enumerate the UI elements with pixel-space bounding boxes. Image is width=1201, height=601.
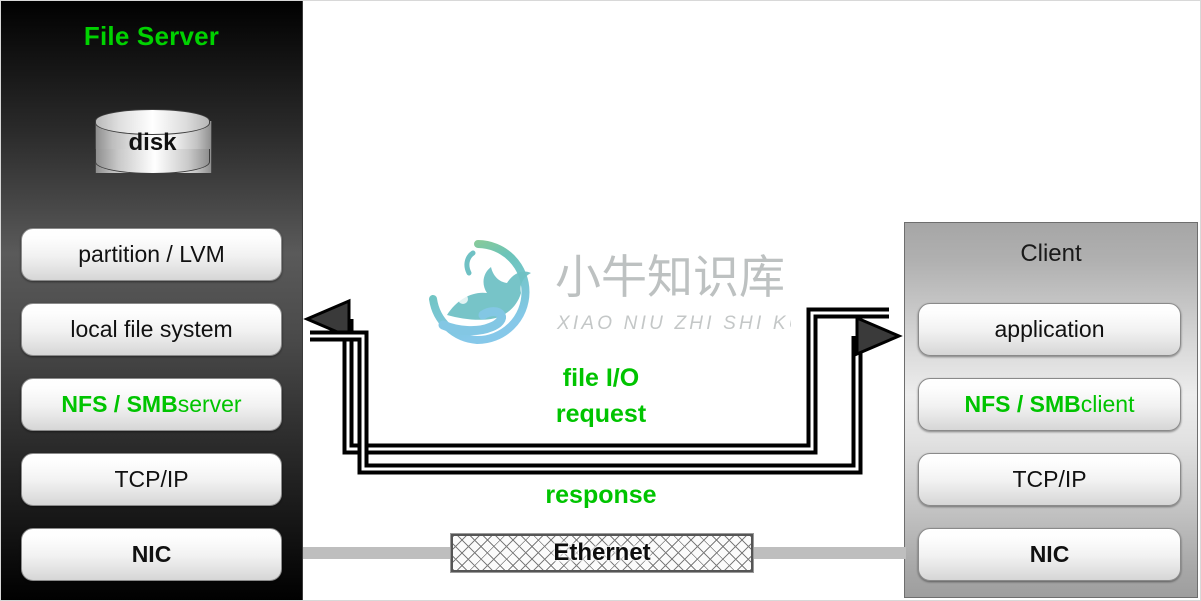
request-flow-label: file I/O request [451, 366, 751, 427]
client-layer-tcp-ip[interactable]: TCP/IP [918, 453, 1181, 506]
watermark-pinyin-text: XIAO NIU ZHI SHI KU [556, 313, 791, 334]
response-flow-label: response [545, 481, 657, 509]
server-layer-tcp-ip[interactable]: TCP/IP [21, 453, 282, 506]
client-title: Client [1020, 240, 1082, 267]
file-server-title: File Server [83, 21, 220, 51]
watermark-logo: 小牛知识库 XIAO NIU ZHI SHI KU [429, 240, 791, 345]
server-layer-nfs-smb-server[interactable]: NFS / SMB server [21, 378, 282, 431]
client-layer-application[interactable]: application [918, 303, 1181, 356]
server-layer-partition-lvm-label: partition / LVM [78, 241, 225, 267]
ethernet-label: Ethernet [553, 539, 651, 566]
client-layer-nic-label: NIC [1029, 541, 1070, 567]
ethernet-cable-left [303, 547, 453, 559]
server-layer-nic-label: NIC [131, 541, 172, 567]
server-layer-tcp-ip-label: TCP/IP [114, 466, 189, 492]
client-layer-tcp-ip-label: TCP/IP [1012, 466, 1087, 492]
server-layer-partition-lvm[interactable]: partition / LVM [21, 228, 282, 281]
client-layer-nfs-smb-client-label-bold: NFS / SMB [964, 391, 1081, 417]
disk-label: disk [128, 129, 177, 156]
ethernet-link-box: Ethernet [450, 533, 754, 573]
request-flow-label-line1: file I/O [562, 364, 640, 392]
client-layer-nfs-smb-client[interactable]: NFS / SMB client [918, 378, 1181, 431]
client-layer-nic[interactable]: NIC [918, 528, 1181, 581]
watermark-cn-text: 小牛知识库 [555, 250, 785, 304]
server-layer-local-file-system[interactable]: local file system [21, 303, 282, 356]
ethernet-cable-right [751, 547, 906, 559]
server-layer-nfs-smb-server-label-bold: NFS / SMB [61, 391, 178, 417]
server-layer-nfs-smb-server-label-rest: server [177, 391, 242, 417]
server-layer-nic[interactable]: NIC [21, 528, 282, 581]
request-flow-label-line2: request [555, 400, 647, 428]
client-layer-application-label: application [994, 316, 1105, 342]
ox-in-circle-icon [429, 240, 531, 345]
disk-cylinder: disk [95, 109, 212, 185]
server-layer-local-file-system-label: local file system [70, 316, 233, 342]
client-layer-nfs-smb-client-label-rest: client [1080, 391, 1135, 417]
diagram-canvas: File Server disk partition / LVM local f… [0, 0, 1201, 601]
file-server-panel: File Server [1, 1, 303, 600]
